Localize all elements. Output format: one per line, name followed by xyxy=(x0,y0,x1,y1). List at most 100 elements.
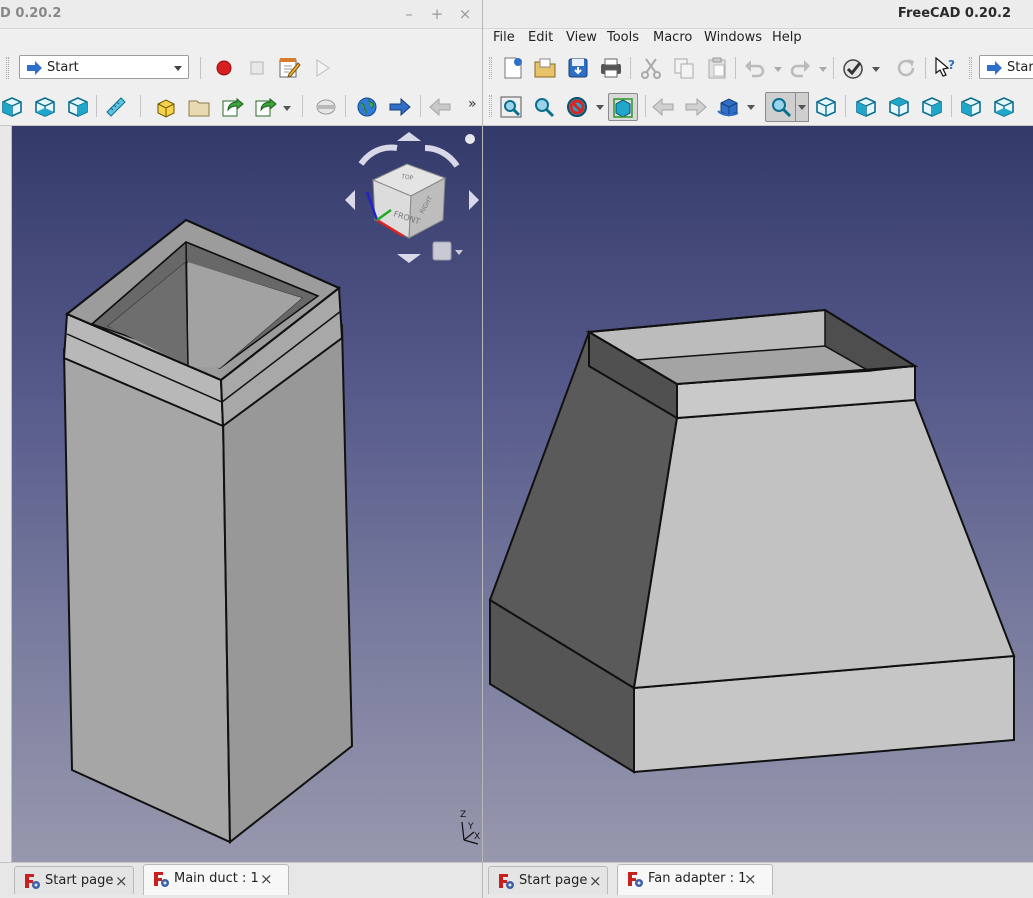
combo-view-strip[interactable] xyxy=(0,126,12,862)
menu-edit[interactable]: Edit xyxy=(528,30,553,45)
close-icon[interactable]: × xyxy=(744,870,757,888)
cube-menu-icon[interactable] xyxy=(432,241,452,261)
view-front-button[interactable] xyxy=(854,95,878,119)
view-bottom-button[interactable] xyxy=(992,95,1016,119)
menu-windows[interactable]: Windows xyxy=(704,30,762,45)
tab-start-page[interactable]: Start page × xyxy=(488,866,608,894)
title-bar[interactable]: D 0.20.2 – + × xyxy=(0,0,482,29)
zoom-box-button[interactable] xyxy=(765,92,797,122)
3d-viewport[interactable] xyxy=(483,126,1033,862)
close-icon[interactable]: × xyxy=(589,872,602,890)
title-bar[interactable]: FreeCAD 0.20.2 xyxy=(483,0,1033,29)
web-browser-button[interactable] xyxy=(355,95,379,119)
recompute-button[interactable] xyxy=(894,56,918,80)
chevron-down-icon[interactable] xyxy=(455,250,463,255)
cube-view-icon xyxy=(922,97,942,117)
whats-this-button[interactable]: ? xyxy=(933,56,957,80)
chevron-down-icon[interactable] xyxy=(819,67,827,72)
toolbar-grip[interactable] xyxy=(489,57,492,79)
copy-button[interactable] xyxy=(672,56,696,80)
redo-button[interactable] xyxy=(788,56,812,80)
workbench-selector[interactable]: Start xyxy=(19,55,189,79)
chevron-down-icon[interactable] xyxy=(774,67,782,72)
menu-macro[interactable]: Macro xyxy=(653,30,692,45)
orbit-left-icon[interactable] xyxy=(345,190,355,210)
orbit-up-icon[interactable] xyxy=(397,132,421,141)
orbit-down-icon[interactable] xyxy=(397,254,421,263)
create-part-button[interactable] xyxy=(154,95,178,119)
refresh-check-button[interactable] xyxy=(841,56,865,80)
tab-label: Fan adapter : 1 xyxy=(648,871,747,886)
clipping-plane-button[interactable] xyxy=(314,95,338,119)
link-arrow-icon xyxy=(255,97,277,117)
view-rear-button[interactable] xyxy=(0,95,24,119)
view-top-button[interactable] xyxy=(887,95,911,119)
toolbar-overflow-button[interactable]: » xyxy=(468,96,477,112)
rotate-right-icon[interactable] xyxy=(424,145,460,168)
measure-button[interactable] xyxy=(104,95,128,119)
link-actions-button[interactable] xyxy=(253,95,277,119)
rotate-left-icon[interactable] xyxy=(358,144,398,166)
menu-file[interactable]: File xyxy=(493,30,515,45)
create-group-button[interactable] xyxy=(187,95,211,119)
close-icon[interactable]: × xyxy=(115,872,128,890)
3d-viewport[interactable]: FRONT TOP RIGHT Z Y X xyxy=(12,126,482,862)
close-button[interactable]: × xyxy=(456,5,474,23)
view-left-button[interactable] xyxy=(66,95,90,119)
open-document-button[interactable] xyxy=(533,56,557,80)
fan-adapter-model[interactable] xyxy=(483,126,1033,862)
paste-button[interactable] xyxy=(705,56,729,80)
paste-icon xyxy=(708,57,726,79)
fit-all-button[interactable] xyxy=(499,95,523,119)
chevron-down-icon[interactable] xyxy=(283,106,291,111)
window-title: FreeCAD 0.20.2 xyxy=(897,6,1011,21)
draw-style-button[interactable] xyxy=(565,95,589,119)
create-link-button[interactable] xyxy=(220,95,244,119)
bounding-box-button[interactable] xyxy=(608,93,638,121)
chevron-down-icon[interactable] xyxy=(747,105,755,110)
undo-button[interactable] xyxy=(743,56,767,80)
minimize-button[interactable]: – xyxy=(400,5,418,23)
view-forward-button[interactable] xyxy=(684,95,708,119)
save-document-button[interactable] xyxy=(566,56,590,80)
close-icon[interactable]: × xyxy=(260,870,273,888)
menu-tools[interactable]: Tools xyxy=(607,30,639,45)
view-right-button[interactable] xyxy=(920,95,944,119)
view-rear-button[interactable] xyxy=(959,95,983,119)
toolbar-grip[interactable] xyxy=(969,57,972,79)
macro-record-button[interactable] xyxy=(212,56,236,80)
cut-button[interactable] xyxy=(639,56,663,80)
macro-edit-button[interactable] xyxy=(277,56,301,80)
chevron-down-icon[interactable] xyxy=(872,67,880,72)
macro-run-button[interactable] xyxy=(310,56,334,80)
view-bottom-button[interactable] xyxy=(33,95,57,119)
view-isometric-button[interactable] xyxy=(814,95,838,119)
web-back-button[interactable] xyxy=(428,95,452,119)
printer-icon xyxy=(601,58,621,78)
view-back-button[interactable] xyxy=(651,95,675,119)
play-icon xyxy=(316,59,330,77)
tab-label: Main duct : 1 xyxy=(174,871,259,886)
chevron-down-icon[interactable] xyxy=(798,105,806,110)
tab-start-page[interactable]: Start page × xyxy=(14,866,134,894)
tab-main-duct[interactable]: Main duct : 1 × xyxy=(143,864,289,895)
workbench-label: Start xyxy=(1007,60,1033,75)
menu-view[interactable]: View xyxy=(566,30,597,45)
navigation-cube[interactable]: FRONT TOP RIGHT xyxy=(337,126,482,276)
toolbar-grip[interactable] xyxy=(6,57,9,79)
web-forward-button[interactable] xyxy=(388,95,412,119)
workbench-selector[interactable]: Start xyxy=(979,55,1033,79)
view-menu-icon[interactable] xyxy=(465,134,475,144)
menu-help[interactable]: Help xyxy=(772,30,802,45)
standard-views-button[interactable] xyxy=(717,95,741,119)
chevron-down-icon[interactable] xyxy=(596,105,604,110)
freecad-logo-icon xyxy=(499,874,514,889)
new-document-button[interactable] xyxy=(501,56,525,80)
tab-fan-adapter[interactable]: Fan adapter : 1 × xyxy=(617,864,773,895)
macro-stop-button[interactable] xyxy=(245,56,269,80)
maximize-button[interactable]: + xyxy=(428,5,446,23)
print-button[interactable] xyxy=(599,56,623,80)
toolbar-grip[interactable] xyxy=(489,95,492,117)
fit-selection-button[interactable] xyxy=(532,95,556,119)
orbit-right-icon[interactable] xyxy=(469,190,479,210)
